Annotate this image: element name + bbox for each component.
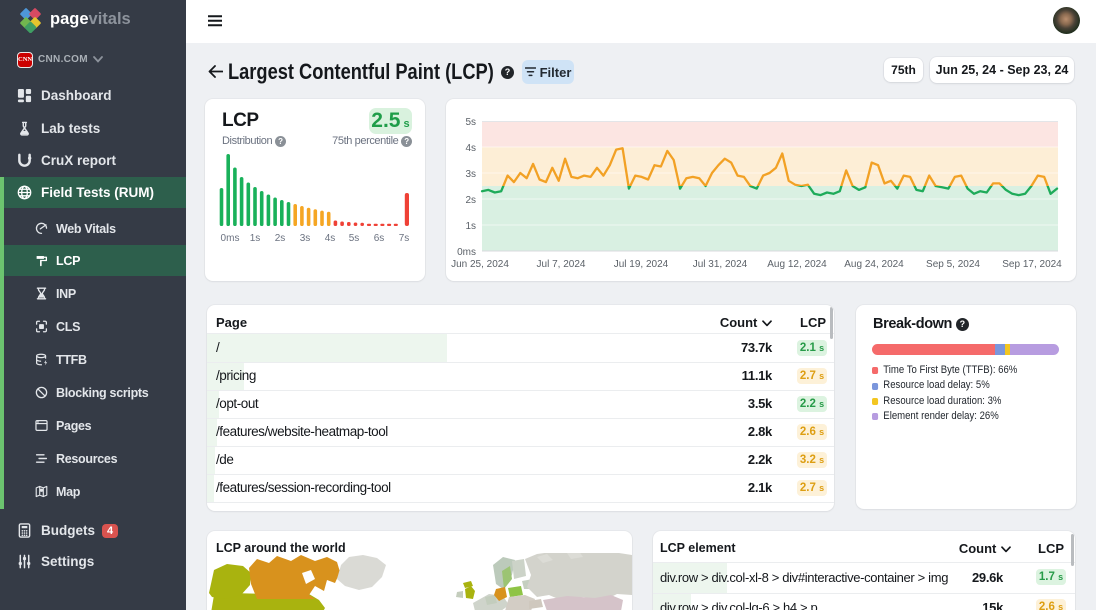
svg-text:Sep 17, 2024: Sep 17, 2024 [1002, 259, 1062, 270]
svg-text:3s: 3s [300, 233, 311, 244]
svg-text:Jun 25, 2024: Jun 25, 2024 [451, 259, 509, 270]
svg-text:6s: 6s [374, 233, 385, 244]
svg-text:Sep 5, 2024: Sep 5, 2024 [926, 259, 980, 270]
svg-text:7s: 7s [399, 233, 410, 244]
svg-text:2s: 2s [275, 233, 286, 244]
svg-text:4s: 4s [325, 233, 336, 244]
svg-text:Aug 12, 2024: Aug 12, 2024 [767, 259, 827, 270]
svg-text:Jul 7, 2024: Jul 7, 2024 [537, 259, 586, 270]
svg-text:5s: 5s [465, 117, 476, 128]
svg-text:0ms: 0ms [221, 233, 240, 244]
svg-text:4s: 4s [465, 143, 476, 154]
svg-text:0ms: 0ms [457, 247, 476, 258]
svg-text:5s: 5s [349, 233, 360, 244]
svg-text:3s: 3s [465, 169, 476, 180]
svg-text:Aug 24, 2024: Aug 24, 2024 [844, 259, 904, 270]
svg-text:2s: 2s [465, 195, 476, 206]
svg-text:1s: 1s [250, 233, 261, 244]
svg-text:Jul 31, 2024: Jul 31, 2024 [693, 259, 748, 270]
svg-text:1s: 1s [465, 221, 476, 232]
svg-text:Jul 19, 2024: Jul 19, 2024 [614, 259, 669, 270]
